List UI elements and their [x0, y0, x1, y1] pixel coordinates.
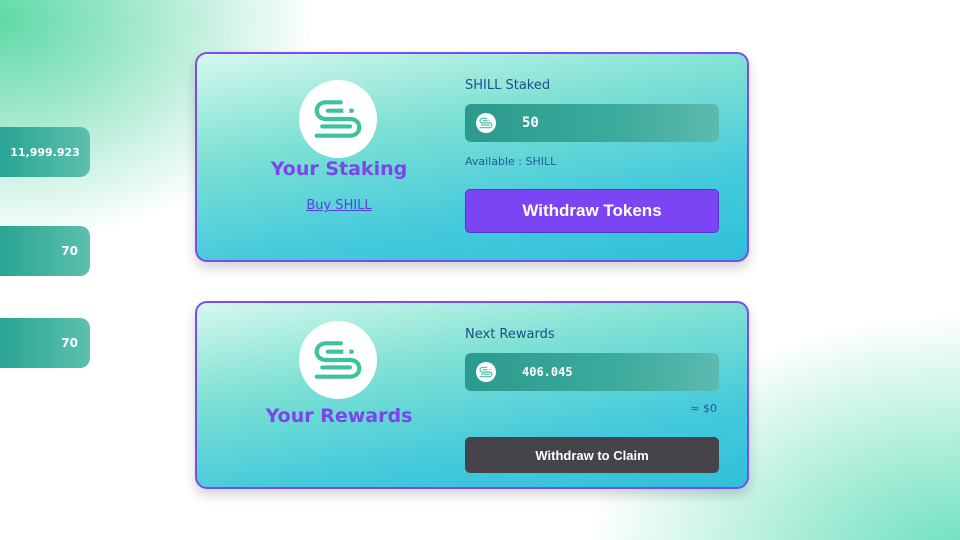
staked-amount-field: 50: [465, 104, 719, 142]
staking-card: Your Staking Buy SHILL SHILL Staked 50 A…: [195, 52, 749, 262]
shill-token-icon: [476, 113, 496, 133]
withdraw-tokens-button[interactable]: Withdraw Tokens: [465, 189, 719, 233]
shill-logo-icon: [299, 80, 377, 158]
rewards-usd-estimate: ≈ $0: [690, 402, 717, 415]
shill-token-icon: [476, 362, 496, 382]
rewards-title: Your Rewards: [265, 405, 413, 427]
staked-amount-value: 50: [522, 115, 539, 131]
shill-logo-icon: [299, 321, 377, 399]
available-balance: Available : SHILL: [465, 155, 557, 168]
buy-shill-link[interactable]: Buy SHILL: [197, 198, 481, 213]
rewards-card: Your Rewards Next Rewards 406.045 ≈ $0 W…: [195, 301, 749, 489]
withdraw-to-claim-button[interactable]: Withdraw to Claim: [465, 437, 719, 473]
stat-value: 70: [0, 318, 90, 368]
staking-title: Your Staking: [270, 158, 408, 180]
rewards-amount-field: 406.045: [465, 353, 719, 391]
rewards-amount-value: 406.045: [522, 365, 573, 379]
next-rewards-label: Next Rewards: [465, 327, 555, 342]
stat-total-staked: 11,999.923: [0, 127, 90, 177]
stat-value: 70: [0, 226, 90, 276]
shill-staked-label: SHILL Staked: [465, 78, 551, 93]
